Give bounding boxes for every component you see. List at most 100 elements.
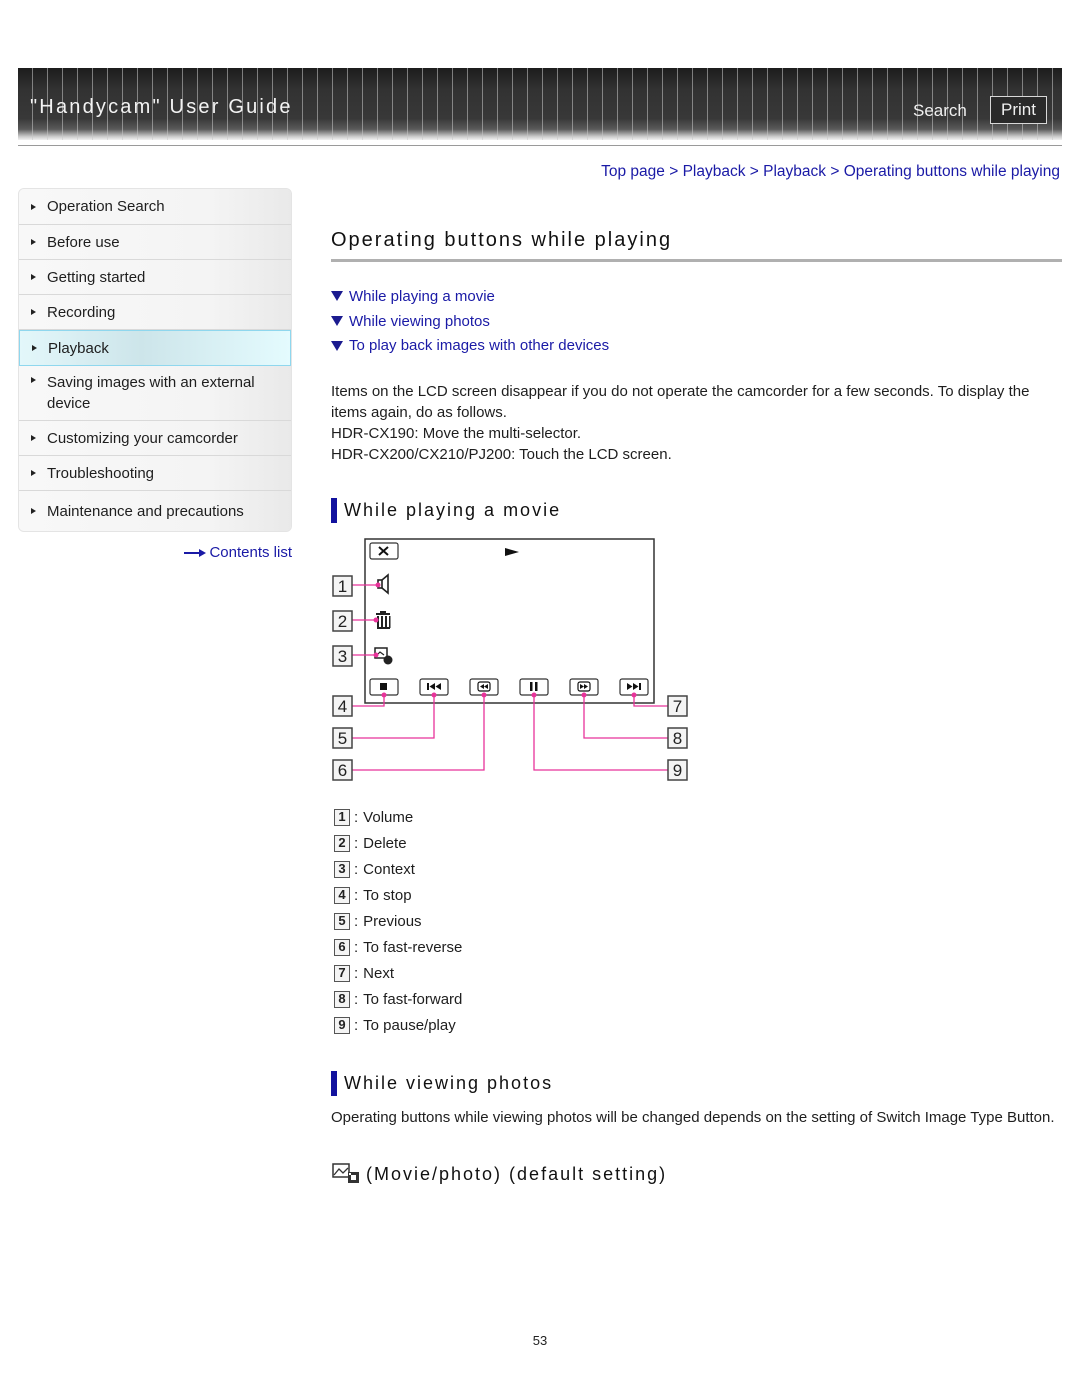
triangle-right-icon [31,508,36,514]
callout-2: 2 [332,610,353,632]
svg-text:2: 2 [338,612,347,631]
movie-playback-diagram: 1 2 3 4 5 6 7 8 9 [332,538,688,781]
toc-link-other-devices[interactable]: To play back images with other devices [331,334,609,359]
legend-item-delete: 2 : Delete [334,830,462,856]
legend-separator: : [354,965,359,983]
movie-photo-icon [332,1163,359,1183]
breadcrumb-playback-sub[interactable]: Playback [763,163,826,180]
callout-9: 9 [667,759,688,781]
intro-cx190: HDR-CX190: Move the multi-selector. [331,425,582,442]
triangle-down-icon [331,316,343,327]
breadcrumb-separator: > [749,163,764,180]
callout-4: 4 [332,695,353,717]
page-number: 53 [532,1333,548,1348]
svg-text:1: 1 [338,577,347,596]
guide-title: "Handycam" User Guide [30,96,293,118]
legend-item-previous: 5 : Previous [334,908,462,934]
breadcrumb-separator: > [669,163,683,180]
sidebar-item-playback[interactable]: Playback [19,330,291,366]
breadcrumb-separator: > [830,163,844,180]
sidebar-item-maintenance[interactable]: Maintenance and precautions [19,491,291,531]
callout-8: 8 [667,727,688,749]
legend-item-next: 7 : Next [334,961,462,987]
legend-separator: : [354,886,359,904]
breadcrumb-top-page[interactable]: Top page [601,163,665,180]
subheading-text: (Movie/photo) (default setting) [366,1163,668,1184]
number-badge: 9 [334,1017,350,1035]
callout-5: 5 [332,727,353,749]
toc-link-viewing-photos[interactable]: While viewing photos [331,309,609,334]
breadcrumb-current[interactable]: Operating buttons while playing [844,163,1060,180]
sidebar-item-saving-images[interactable]: Saving images with an external device [19,366,291,421]
legend-label: Previous [363,912,422,930]
triangle-right-icon [31,377,36,383]
triangle-right-icon [31,309,36,315]
legend-label: Delete [363,834,407,852]
search-link[interactable]: Search [913,101,967,121]
toc-link-playing-movie[interactable]: While playing a movie [331,284,609,309]
legend-label: Context [363,860,415,878]
section-heading-text: While playing a movie [344,500,562,520]
legend-item-fast-reverse: 6 : To fast-reverse [334,934,462,960]
breadcrumb-playback[interactable]: Playback [683,163,746,180]
callout-6: 6 [332,759,353,781]
movie-photo-subheading: (Movie/photo) (default setting) [332,1163,667,1185]
sidebar-item-label: Getting started [47,268,146,286]
legend-separator: : [354,808,359,826]
sidebar-item-before-use[interactable]: Before use [19,225,291,260]
intro-paragraph: Items on the LCD screen disappear if you… [331,383,1030,421]
sidebar-item-label: Customizing your camcorder [47,429,238,447]
section-marker [331,1071,337,1096]
callout-7: 7 [667,695,688,717]
legend-item-fast-forward: 8 : To fast-forward [334,987,462,1013]
sidebar-item-getting-started[interactable]: Getting started [19,260,291,295]
section-heading-movie: While playing a movie [331,498,561,523]
svg-text:3: 3 [338,647,347,666]
toc-label: While playing a movie [349,287,495,305]
legend-separator: : [354,1017,359,1035]
legend-label: To fast-forward [363,991,463,1009]
legend-item-volume: 1 : Volume [334,804,462,830]
print-button[interactable]: Print [990,96,1047,124]
svg-text:6: 6 [338,761,347,780]
page-title: Operating buttons while playing [331,229,673,251]
number-badge: 2 [334,834,350,852]
number-badge: 6 [334,939,350,957]
toc-label: While viewing photos [349,312,490,330]
sidebar-item-label: Playback [48,339,109,357]
breadcrumb: Top page > Playback > Playback > Operati… [601,163,1060,181]
legend-label: Volume [363,808,414,826]
svg-text:8: 8 [673,729,682,748]
close-icon [369,542,399,560]
number-badge: 4 [334,886,350,904]
triangle-right-icon [31,239,36,245]
number-badge: 8 [334,991,350,1009]
number-badge: 3 [334,860,350,878]
sidebar-item-recording[interactable]: Recording [19,295,291,330]
triangle-right-icon [31,274,36,280]
triangle-down-icon [331,291,343,302]
triangle-down-icon [331,340,343,351]
sidebar-item-label: Operation Search [47,198,165,215]
sidebar-item-operation-search[interactable]: Operation Search [19,189,291,225]
callout-3: 3 [332,645,353,667]
triangle-right-icon [31,435,36,441]
sidebar-nav: Operation Search Before use Getting star… [18,188,292,532]
sidebar-item-customizing[interactable]: Customizing your camcorder [19,421,291,456]
sidebar-item-label: Recording [47,303,116,321]
number-badge: 1 [334,808,350,826]
section-marker [331,498,337,523]
number-badge: 5 [334,912,350,930]
photos-description: Operating buttons while viewing photos w… [331,1109,1055,1126]
triangle-right-icon [32,345,37,351]
title-divider [331,259,1062,262]
number-badge: 7 [334,965,350,983]
intro-text: Items on the LCD screen disappear if you… [331,381,1056,465]
section-heading-photos: While viewing photos [331,1071,553,1096]
contents-list-label: Contents list [209,544,292,561]
sidebar-item-troubleshooting[interactable]: Troubleshooting [19,456,291,491]
page-toc: While playing a movie While viewing phot… [331,284,609,358]
legend-separator: : [354,834,359,852]
legend-item-context: 3 : Context [334,856,462,882]
contents-list-link[interactable]: Contents list [184,544,292,561]
